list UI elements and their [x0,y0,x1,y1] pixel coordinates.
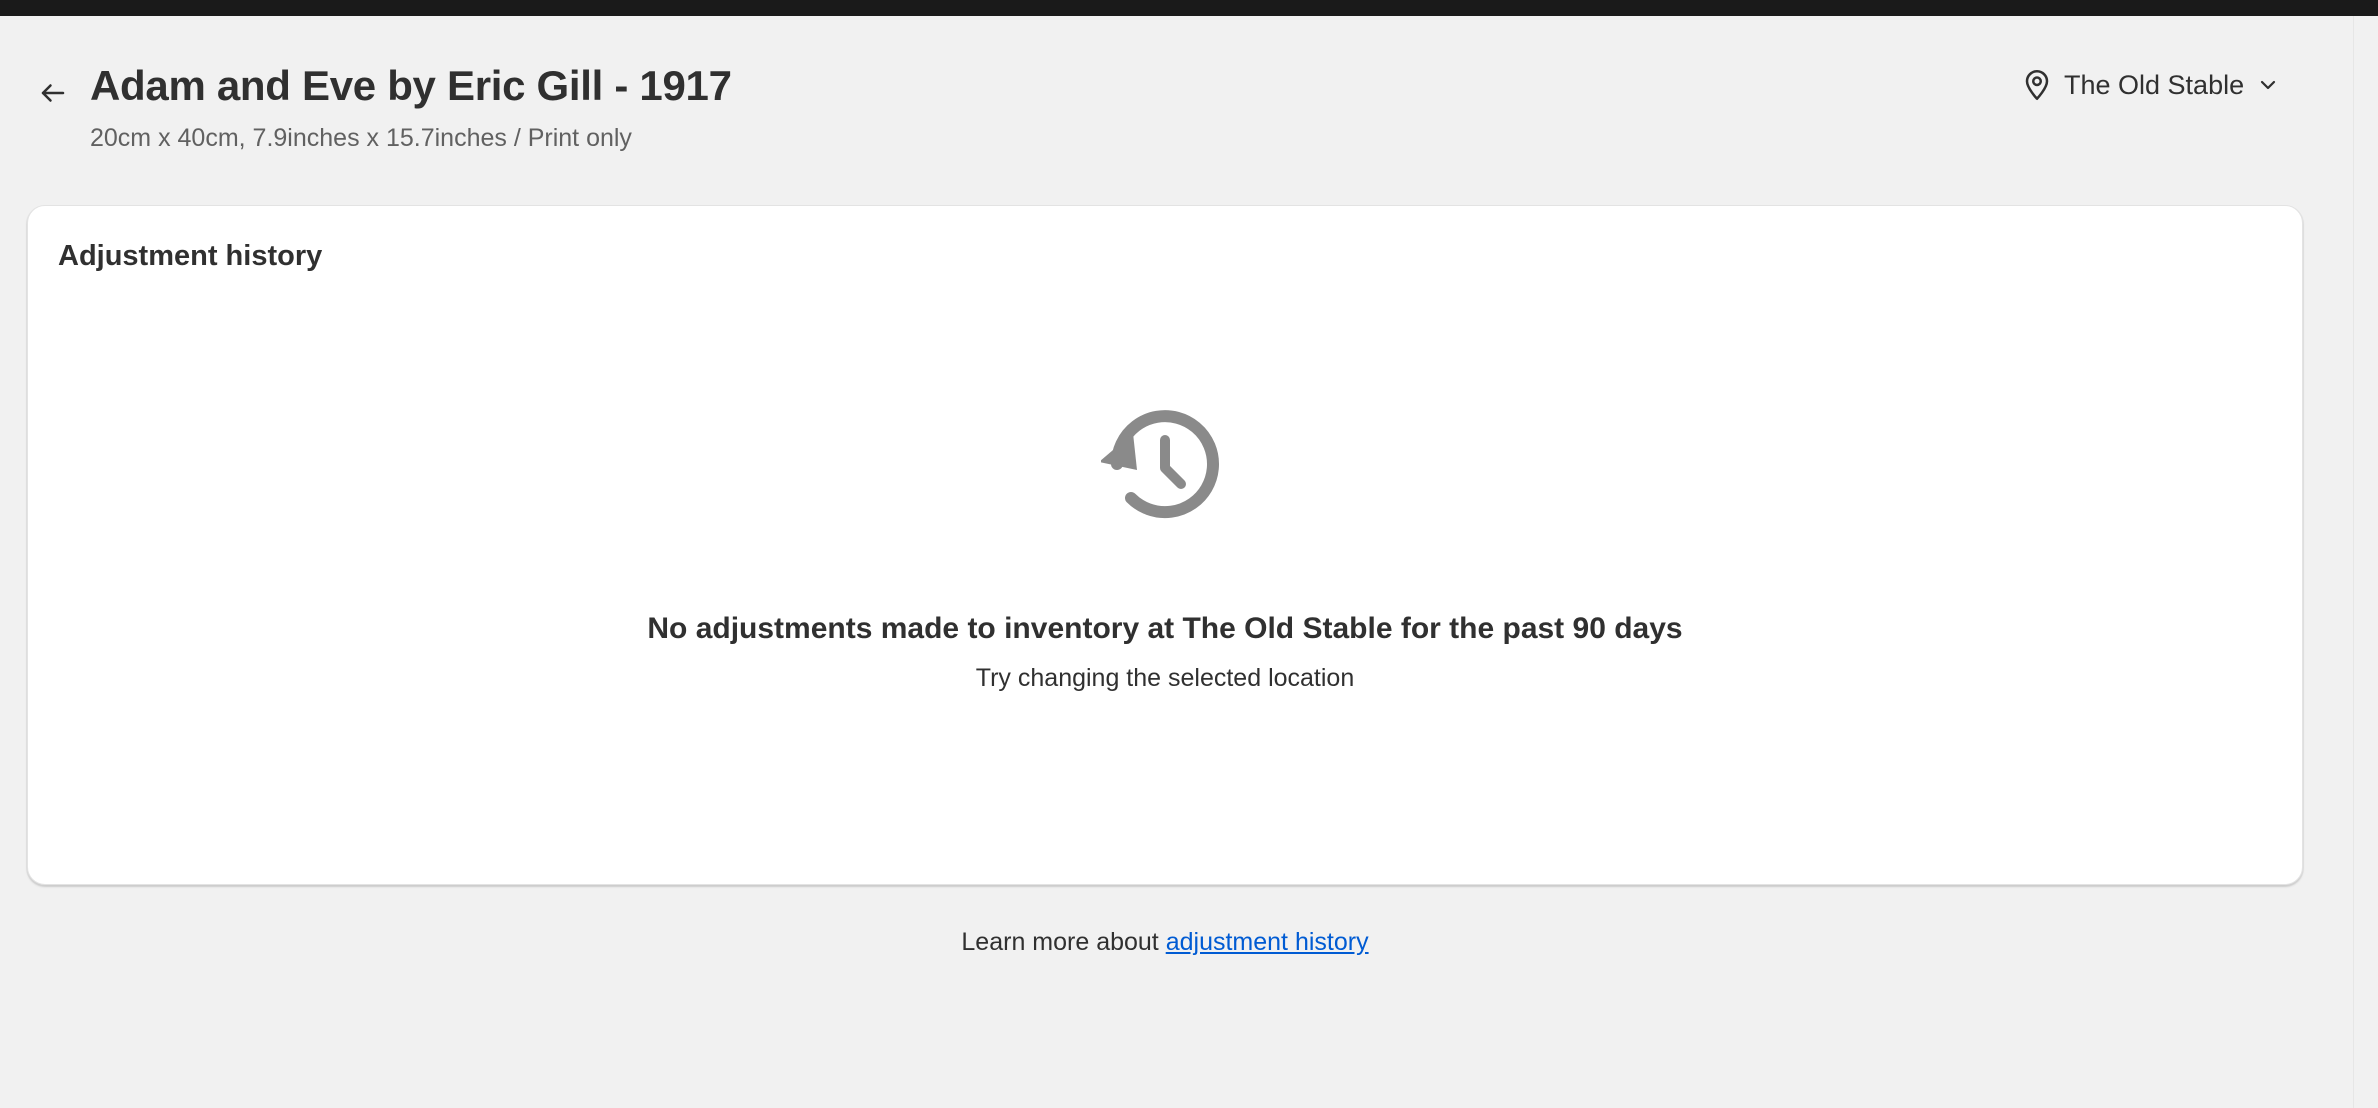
top-bar [0,0,2378,16]
history-clock-icon [1101,410,1219,519]
chevron-down-icon [2261,80,2276,90]
empty-state-subtext: Try changing the selected location [975,664,1355,692]
arrow-left-icon [41,84,65,102]
scrollbar-track[interactable] [2353,16,2378,1108]
adjustment-history-card: Adjustment history No adjustments made t… [27,205,2303,885]
footer-help-text: Learn more about adjustment history [0,928,2330,957]
card-title: Adjustment history [58,240,323,272]
page-title: Adam and Eve by Eric Gill - 1917 [90,62,732,109]
variant-subtitle: 20cm x 40cm, 7.9inches x 15.7inches / Pr… [90,124,632,152]
adjustment-history-link[interactable]: adjustment history [1166,928,1369,956]
location-selector[interactable]: The Old Stable [2022,62,2280,108]
back-button[interactable] [30,70,76,116]
location-pin-icon [2025,70,2049,100]
footer-help-prefix: Learn more about [961,928,1166,956]
location-selector-label: The Old Stable [2064,69,2245,100]
empty-state-heading: No adjustments made to inventory at The … [647,612,1683,645]
